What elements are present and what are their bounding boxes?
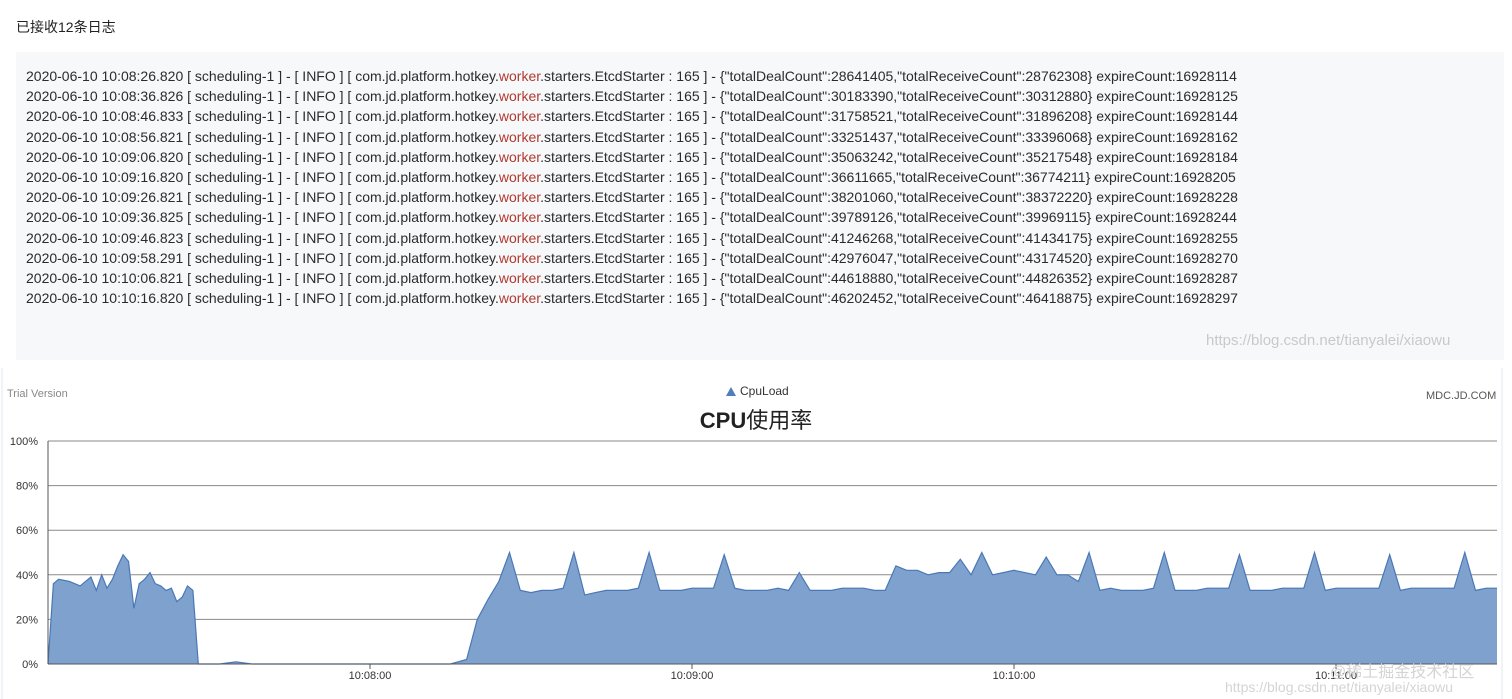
log-panel: 2020-06-10 10:08:26.820 [ scheduling-1 ]… [16, 52, 1504, 360]
log-line-suffix: .starters.EtcdStarter : 165 ] - {"totalD… [540, 88, 1238, 105]
log-line-prefix: 2020-06-10 10:09:58.291 [ scheduling-1 ]… [26, 249, 499, 266]
log-line-keyword: worker [498, 108, 541, 125]
log-line: 2020-06-10 10:09:26.821 [ scheduling-1 ]… [26, 187, 1238, 207]
log-line: 2020-06-10 10:09:16.820 [ scheduling-1 ]… [26, 167, 1238, 187]
y-tick-label: 80% [16, 481, 38, 493]
log-line-suffix: .starters.EtcdStarter : 165 ] - {"totalD… [540, 209, 1237, 226]
cpu-chart: Trial Version CpuLoad CPU使用率 MDC.JD.COM … [0, 368, 1512, 699]
log-line-suffix: .starters.EtcdStarter : 165 ] - {"totalD… [540, 189, 1238, 206]
log-line-suffix: .starters.EtcdStarter : 165 ] - {"totalD… [540, 148, 1238, 165]
log-line-prefix: 2020-06-10 10:09:16.820 [ scheduling-1 ]… [26, 168, 499, 185]
log-line-prefix: 2020-06-10 10:10:16.820 [ scheduling-1 ]… [26, 290, 499, 307]
received-count-label: 已接收12条日志 [16, 19, 116, 35]
log-line: 2020-06-10 10:09:58.291 [ scheduling-1 ]… [26, 248, 1238, 268]
x-tick-label: 10:08:00 [349, 670, 392, 682]
log-line: 2020-06-10 10:09:06.820 [ scheduling-1 ]… [26, 147, 1238, 167]
cpuload-area [48, 552, 1497, 664]
y-tick-label: 40% [16, 570, 38, 582]
log-line: 2020-06-10 10:10:06.821 [ scheduling-1 ]… [26, 268, 1238, 288]
log-line-prefix: 2020-06-10 10:09:06.820 [ scheduling-1 ]… [26, 148, 499, 165]
log-line-prefix: 2020-06-10 10:09:26.821 [ scheduling-1 ]… [26, 189, 499, 206]
y-tick-label: 100% [10, 436, 38, 448]
log-line-keyword: worker [498, 209, 541, 226]
y-tick-label: 60% [16, 525, 38, 537]
log-line: 2020-06-10 10:10:16.820 [ scheduling-1 ]… [26, 288, 1238, 308]
log-line: 2020-06-10 10:08:36.826 [ scheduling-1 ]… [26, 86, 1238, 106]
chart-plot-area: 0% 20% 40% 60% 80% 100% 10:08:00 10:09:00 10:10:… [1, 368, 1503, 699]
log-line-keyword: worker [498, 148, 541, 165]
log-line-suffix: .starters.EtcdStarter : 165 ] - {"totalD… [540, 290, 1238, 307]
log-line-prefix: 2020-06-10 10:09:36.825 [ scheduling-1 ]… [26, 209, 499, 226]
log-line-prefix: 2020-06-10 10:08:56.821 [ scheduling-1 ]… [26, 128, 499, 145]
log-line-keyword: worker [498, 88, 541, 105]
log-line-suffix: .starters.EtcdStarter : 165 ] - {"totalD… [540, 229, 1238, 246]
x-tick-label: 10:10:00 [993, 670, 1036, 682]
log-line-suffix: .starters.EtcdStarter : 165 ] - {"totalD… [540, 128, 1238, 145]
log-line-prefix: 2020-06-10 10:08:36.826 [ scheduling-1 ]… [26, 88, 499, 105]
log-line-keyword: worker [498, 128, 541, 145]
log-line-keyword: worker [498, 229, 541, 246]
log-line-prefix: 2020-06-10 10:10:06.821 [ scheduling-1 ]… [26, 269, 499, 286]
y-tick-label: 0% [22, 659, 38, 671]
log-line-keyword: worker [498, 168, 541, 185]
log-line: 2020-06-10 10:08:46.833 [ scheduling-1 ]… [26, 106, 1238, 126]
y-tick-label: 20% [16, 614, 38, 626]
log-line-suffix: .starters.EtcdStarter : 165 ] - {"totalD… [540, 108, 1238, 125]
log-line: 2020-06-10 10:08:56.821 [ scheduling-1 ]… [26, 127, 1238, 147]
log-line-suffix: .starters.EtcdStarter : 165 ] - {"totalD… [540, 269, 1238, 286]
log-line: 2020-06-10 10:08:26.820 [ scheduling-1 ]… [26, 66, 1238, 86]
log-line-prefix: 2020-06-10 10:08:46.833 [ scheduling-1 ]… [26, 108, 499, 125]
log-line: 2020-06-10 10:09:36.825 [ scheduling-1 ]… [26, 207, 1238, 227]
log-line-keyword: worker [498, 290, 541, 307]
chart-watermark-bottom: https://blog.csdn.net/tianyalei/xiaowu [1225, 679, 1454, 695]
log-line-keyword: worker [498, 269, 541, 286]
log-line-keyword: worker [498, 189, 541, 206]
log-line-suffix: .starters.EtcdStarter : 165 ] - {"totalD… [540, 68, 1237, 84]
log-line-suffix: .starters.EtcdStarter : 165 ] - {"totalD… [540, 168, 1236, 185]
log-lines: 2020-06-10 10:08:26.820 [ scheduling-1 ]… [26, 66, 1238, 308]
log-line-suffix: .starters.EtcdStarter : 165 ] - {"totalD… [540, 249, 1238, 266]
x-tick-label: 10:09:00 [671, 670, 714, 682]
log-line-prefix: 2020-06-10 10:08:26.820 [ scheduling-1 ]… [26, 68, 499, 84]
log-line-keyword: worker [498, 68, 541, 84]
log-watermark: https://blog.csdn.net/tianyalei/xiaowu [1206, 332, 1451, 349]
log-line: 2020-06-10 10:09:46.823 [ scheduling-1 ]… [26, 228, 1238, 248]
log-line-prefix: 2020-06-10 10:09:46.823 [ scheduling-1 ]… [26, 229, 499, 246]
log-line-keyword: worker [498, 249, 541, 266]
